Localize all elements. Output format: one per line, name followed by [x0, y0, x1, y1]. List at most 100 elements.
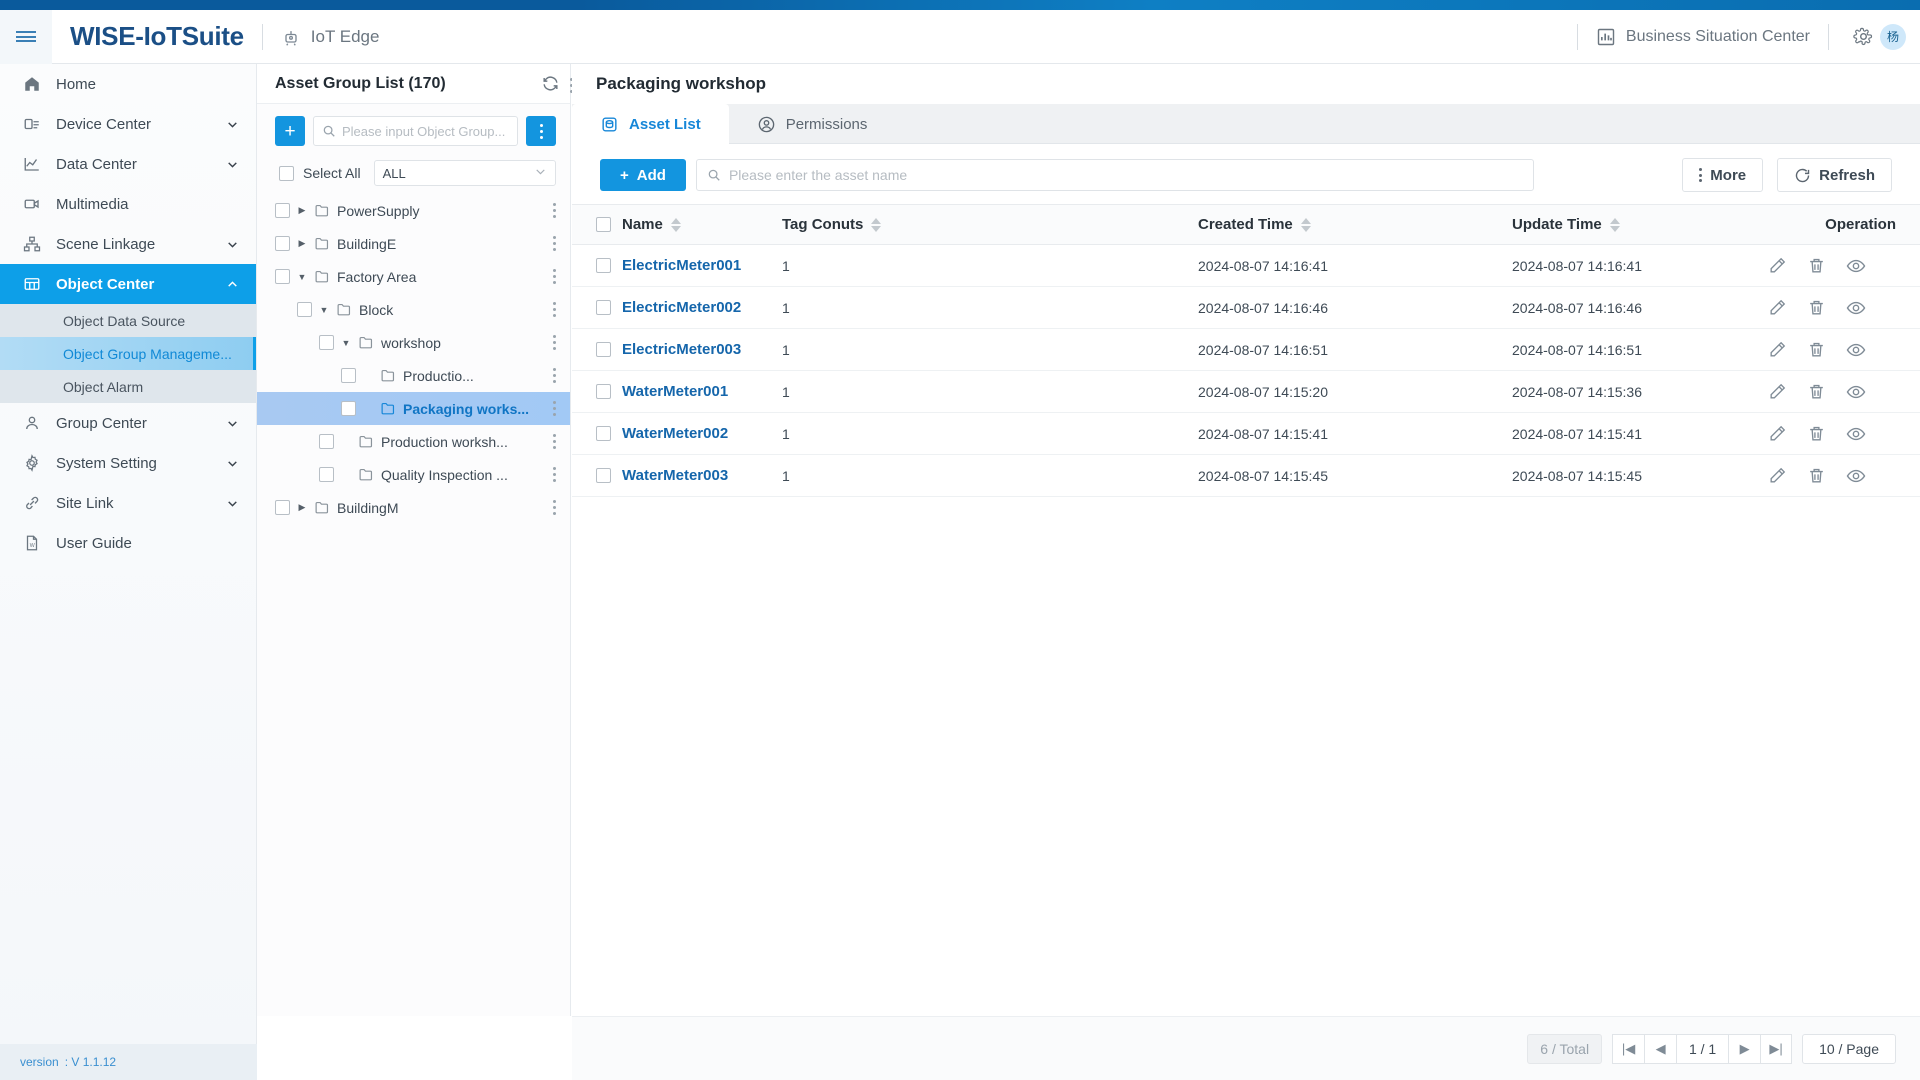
tree-node-checkbox[interactable]: [341, 368, 356, 383]
tree-node-checkbox[interactable]: [275, 203, 290, 218]
sidebar-item-data-center[interactable]: Data Center: [0, 144, 256, 184]
tab-asset-list[interactable]: Asset List: [572, 104, 729, 144]
sort-toggle-icon[interactable]: [1609, 217, 1620, 232]
tree-node[interactable]: Production worksh...: [257, 425, 570, 458]
tree-node-menu-icon[interactable]: [546, 302, 562, 317]
column-header-update-time[interactable]: Update Time: [1432, 204, 1752, 245]
chevron-right-icon[interactable]: ▶: [296, 238, 308, 249]
edit-icon[interactable]: [1768, 424, 1787, 443]
delete-icon[interactable]: [1807, 298, 1826, 317]
next-page-button[interactable]: ▶: [1728, 1033, 1761, 1064]
edit-icon[interactable]: [1768, 256, 1787, 275]
row-checkbox[interactable]: [596, 384, 611, 399]
avatar[interactable]: 杨: [1880, 23, 1906, 50]
tree-node[interactable]: ▶ BuildingE: [257, 227, 570, 260]
tree-node-checkbox[interactable]: [275, 236, 290, 251]
sidebar-item-multimedia[interactable]: Multimedia: [0, 184, 256, 224]
tree-node[interactable]: ▶ BuildingM: [257, 491, 570, 524]
scope-select[interactable]: ALL: [373, 160, 556, 186]
select-all-checkbox[interactable]: [279, 165, 294, 181]
view-icon[interactable]: [1846, 466, 1866, 486]
tree-node-menu-icon[interactable]: [546, 434, 562, 449]
row-checkbox[interactable]: [596, 258, 611, 273]
chevron-down-icon[interactable]: ▼: [340, 338, 352, 348]
sidebar-item-device-center[interactable]: Device Center: [0, 104, 256, 144]
add-group-button[interactable]: +: [275, 116, 305, 146]
select-all-rows-checkbox[interactable]: [596, 217, 611, 232]
gear-icon[interactable]: [1853, 26, 1874, 47]
tree-node-menu-icon[interactable]: [546, 401, 562, 416]
tree-node-checkbox[interactable]: [319, 335, 334, 350]
edit-icon[interactable]: [1768, 382, 1787, 401]
sidebar-item-object-alarm[interactable]: Object Alarm: [0, 370, 256, 403]
asset-name-link[interactable]: ElectricMeter003: [622, 341, 741, 358]
table-row[interactable]: WaterMeter001 1 2024-08-07 14:15:20 2024-08…: [572, 370, 1920, 413]
tree-node-menu-icon[interactable]: [546, 467, 562, 482]
tree-node-menu-icon[interactable]: [546, 335, 562, 350]
row-checkbox[interactable]: [596, 342, 611, 357]
sidebar-item-user-guide[interactable]: W User Guide: [0, 523, 256, 563]
tree-node-checkbox[interactable]: [275, 500, 290, 515]
edit-icon[interactable]: [1768, 340, 1787, 359]
row-checkbox[interactable]: [596, 300, 611, 315]
more-button[interactable]: More: [1682, 158, 1764, 192]
asset-name-link[interactable]: ElectricMeter002: [622, 299, 741, 316]
group-search-box[interactable]: [313, 116, 518, 146]
table-row[interactable]: ElectricMeter001 1 2024-08-07 14:16:41 2024…: [572, 244, 1920, 287]
column-header-created-time[interactable]: Created Time: [1112, 204, 1432, 245]
delete-icon[interactable]: [1807, 382, 1826, 401]
sidebar-item-object-group-management[interactable]: Object Group Manageme...: [0, 337, 256, 370]
hamburger-icon[interactable]: [0, 9, 52, 64]
asset-name-link[interactable]: WaterMeter001: [622, 383, 728, 400]
tree-node-menu-icon[interactable]: [546, 236, 562, 251]
sidebar-item-object-data-source[interactable]: Object Data Source: [0, 304, 256, 337]
tree-node[interactable]: ▼ Factory Area: [257, 260, 570, 293]
table-row[interactable]: ElectricMeter002 1 2024-08-07 14:16:46 2024…: [572, 286, 1920, 329]
tree-node[interactable]: ▼ workshop: [257, 326, 570, 359]
delete-icon[interactable]: [1807, 424, 1826, 443]
page-size-select[interactable]: 10 / Page: [1802, 1033, 1896, 1064]
tree-node[interactable]: ▶ PowerSupply: [257, 194, 570, 227]
sidebar-item-site-link[interactable]: Site Link: [0, 483, 256, 523]
chevron-right-icon[interactable]: ▶: [296, 502, 308, 513]
tree-node-menu-icon[interactable]: [546, 500, 562, 515]
asset-name-link[interactable]: ElectricMeter001: [622, 257, 741, 274]
column-header-tag-counts[interactable]: Tag Conuts: [782, 204, 1112, 245]
tree-options-button[interactable]: [526, 116, 556, 146]
tree-node-menu-icon[interactable]: [546, 203, 562, 218]
refresh-button[interactable]: Refresh: [1777, 158, 1892, 192]
chevron-down-icon[interactable]: ▼: [318, 305, 330, 315]
edit-icon[interactable]: [1768, 466, 1787, 485]
sort-toggle-icon[interactable]: [871, 217, 882, 232]
tree-node-menu-icon[interactable]: [546, 269, 562, 284]
asset-search-box[interactable]: [695, 159, 1534, 191]
tree-node[interactable]: Productio...: [257, 359, 570, 392]
delete-icon[interactable]: [1807, 340, 1826, 359]
chevron-right-icon[interactable]: ▶: [296, 205, 308, 216]
row-checkbox[interactable]: [596, 468, 611, 483]
asset-search-input[interactable]: [728, 167, 1523, 183]
sidebar-item-home[interactable]: Home: [0, 64, 256, 104]
asset-name-link[interactable]: WaterMeter003: [622, 467, 728, 484]
sidebar-item-scene-linkage[interactable]: Scene Linkage: [0, 224, 256, 264]
tab-permissions[interactable]: Permissions: [729, 104, 896, 144]
iot-edge-link[interactable]: IoT Edge: [281, 27, 379, 47]
tree-node-menu-icon[interactable]: [546, 368, 562, 383]
add-asset-button[interactable]: + Add: [600, 159, 686, 191]
delete-icon[interactable]: [1807, 466, 1826, 485]
view-icon[interactable]: [1846, 424, 1866, 444]
table-row[interactable]: WaterMeter002 1 2024-08-07 14:15:41 2024-08…: [572, 412, 1920, 455]
group-search-input[interactable]: [342, 123, 509, 139]
view-icon[interactable]: [1846, 298, 1866, 318]
tree-node[interactable]: Quality Inspection ...: [257, 458, 570, 491]
sidebar-item-object-center[interactable]: Object Center: [0, 264, 256, 304]
prev-page-button[interactable]: ◀: [1644, 1033, 1677, 1064]
tree-node[interactable]: Packaging works...: [257, 392, 570, 425]
tree-node-checkbox[interactable]: [341, 401, 356, 416]
table-row[interactable]: ElectricMeter003 1 2024-08-07 14:16:51 2024…: [572, 328, 1920, 371]
tree-node-checkbox[interactable]: [319, 467, 334, 482]
last-page-button[interactable]: ▶|: [1760, 1033, 1793, 1064]
column-header-name[interactable]: Name: [622, 204, 782, 245]
sort-toggle-icon[interactable]: [1300, 217, 1311, 232]
row-checkbox[interactable]: [596, 426, 611, 441]
